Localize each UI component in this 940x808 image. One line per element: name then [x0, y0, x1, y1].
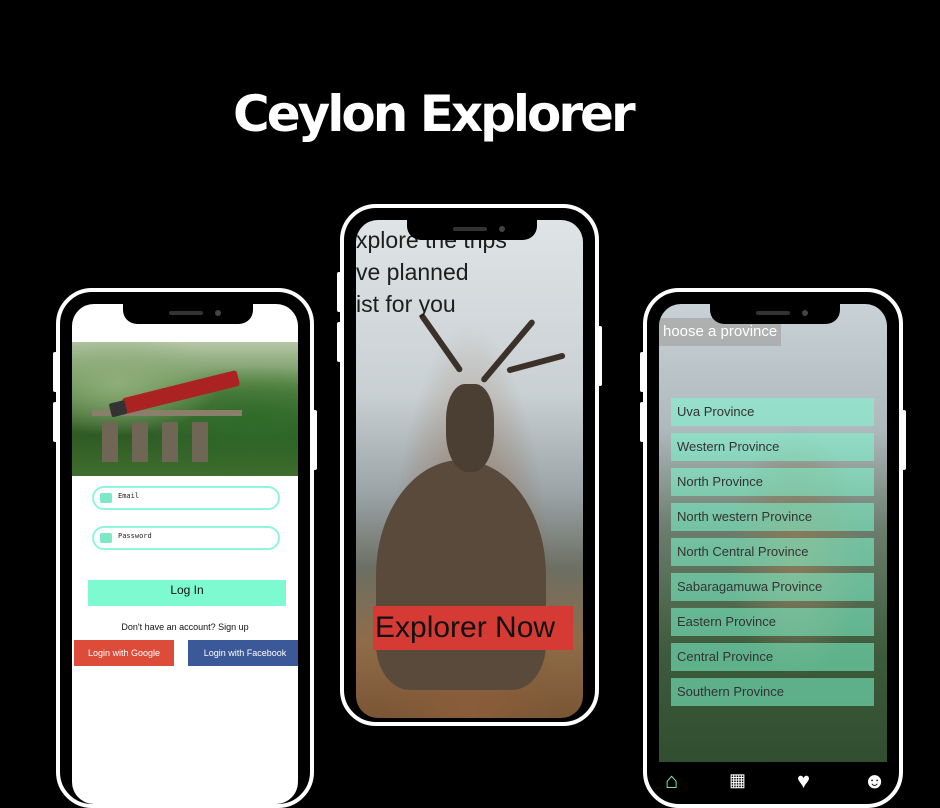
province-screen: hoose a province Uva Province Western Pr… [659, 304, 887, 804]
password-field[interactable]: Password [92, 526, 280, 550]
province-item[interactable]: North Central Province [671, 538, 874, 566]
facebook-login-button[interactable]: Login with Facebook [188, 640, 298, 666]
password-label: Password [118, 532, 152, 540]
phone-provinces: hoose a province Uva Province Western Pr… [640, 288, 906, 808]
login-screen: Email Password Log In Don't have an acco… [72, 304, 298, 804]
province-item[interactable]: North Province [671, 468, 874, 496]
province-item[interactable]: Central Province [671, 643, 874, 671]
app-title: Ceylon Explorer [233, 85, 636, 143]
lock-icon [100, 533, 112, 543]
email-field[interactable]: Email [92, 486, 280, 510]
profile-icon[interactable]: ☻ [863, 768, 886, 794]
explorer-now-button[interactable]: Explorer Now [373, 606, 573, 650]
phone-welcome: xplore the trips ve planned ist for you … [337, 204, 602, 726]
home-icon[interactable]: ⌂ [665, 768, 678, 794]
province-item[interactable]: Western Province [671, 433, 874, 461]
login-button[interactable]: Log In [88, 580, 286, 606]
google-login-button[interactable]: Login with Google [74, 640, 174, 666]
headline-line-2: ve planned [356, 259, 469, 285]
deer-image [376, 460, 546, 690]
province-item[interactable]: North western Province [671, 503, 874, 531]
phone-login: Email Password Log In Don't have an acco… [53, 288, 317, 808]
train-hero-image [72, 342, 298, 476]
welcome-screen: xplore the trips ve planned ist for you … [356, 220, 583, 718]
province-item[interactable]: Southern Province [671, 678, 874, 706]
signup-link[interactable]: Don't have an account? Sign up [72, 622, 298, 632]
bottom-nav: ⌂ ▦ ♥ ☻ [659, 762, 887, 804]
province-item[interactable]: Eastern Province [671, 608, 874, 636]
mail-icon [100, 493, 112, 503]
heart-icon[interactable]: ♥ [797, 768, 810, 794]
province-item[interactable]: Sabaragamuwa Province [671, 573, 874, 601]
province-item[interactable]: Uva Province [671, 398, 874, 426]
headline-line-3: ist for you [356, 291, 456, 317]
email-label: Email [118, 492, 140, 500]
